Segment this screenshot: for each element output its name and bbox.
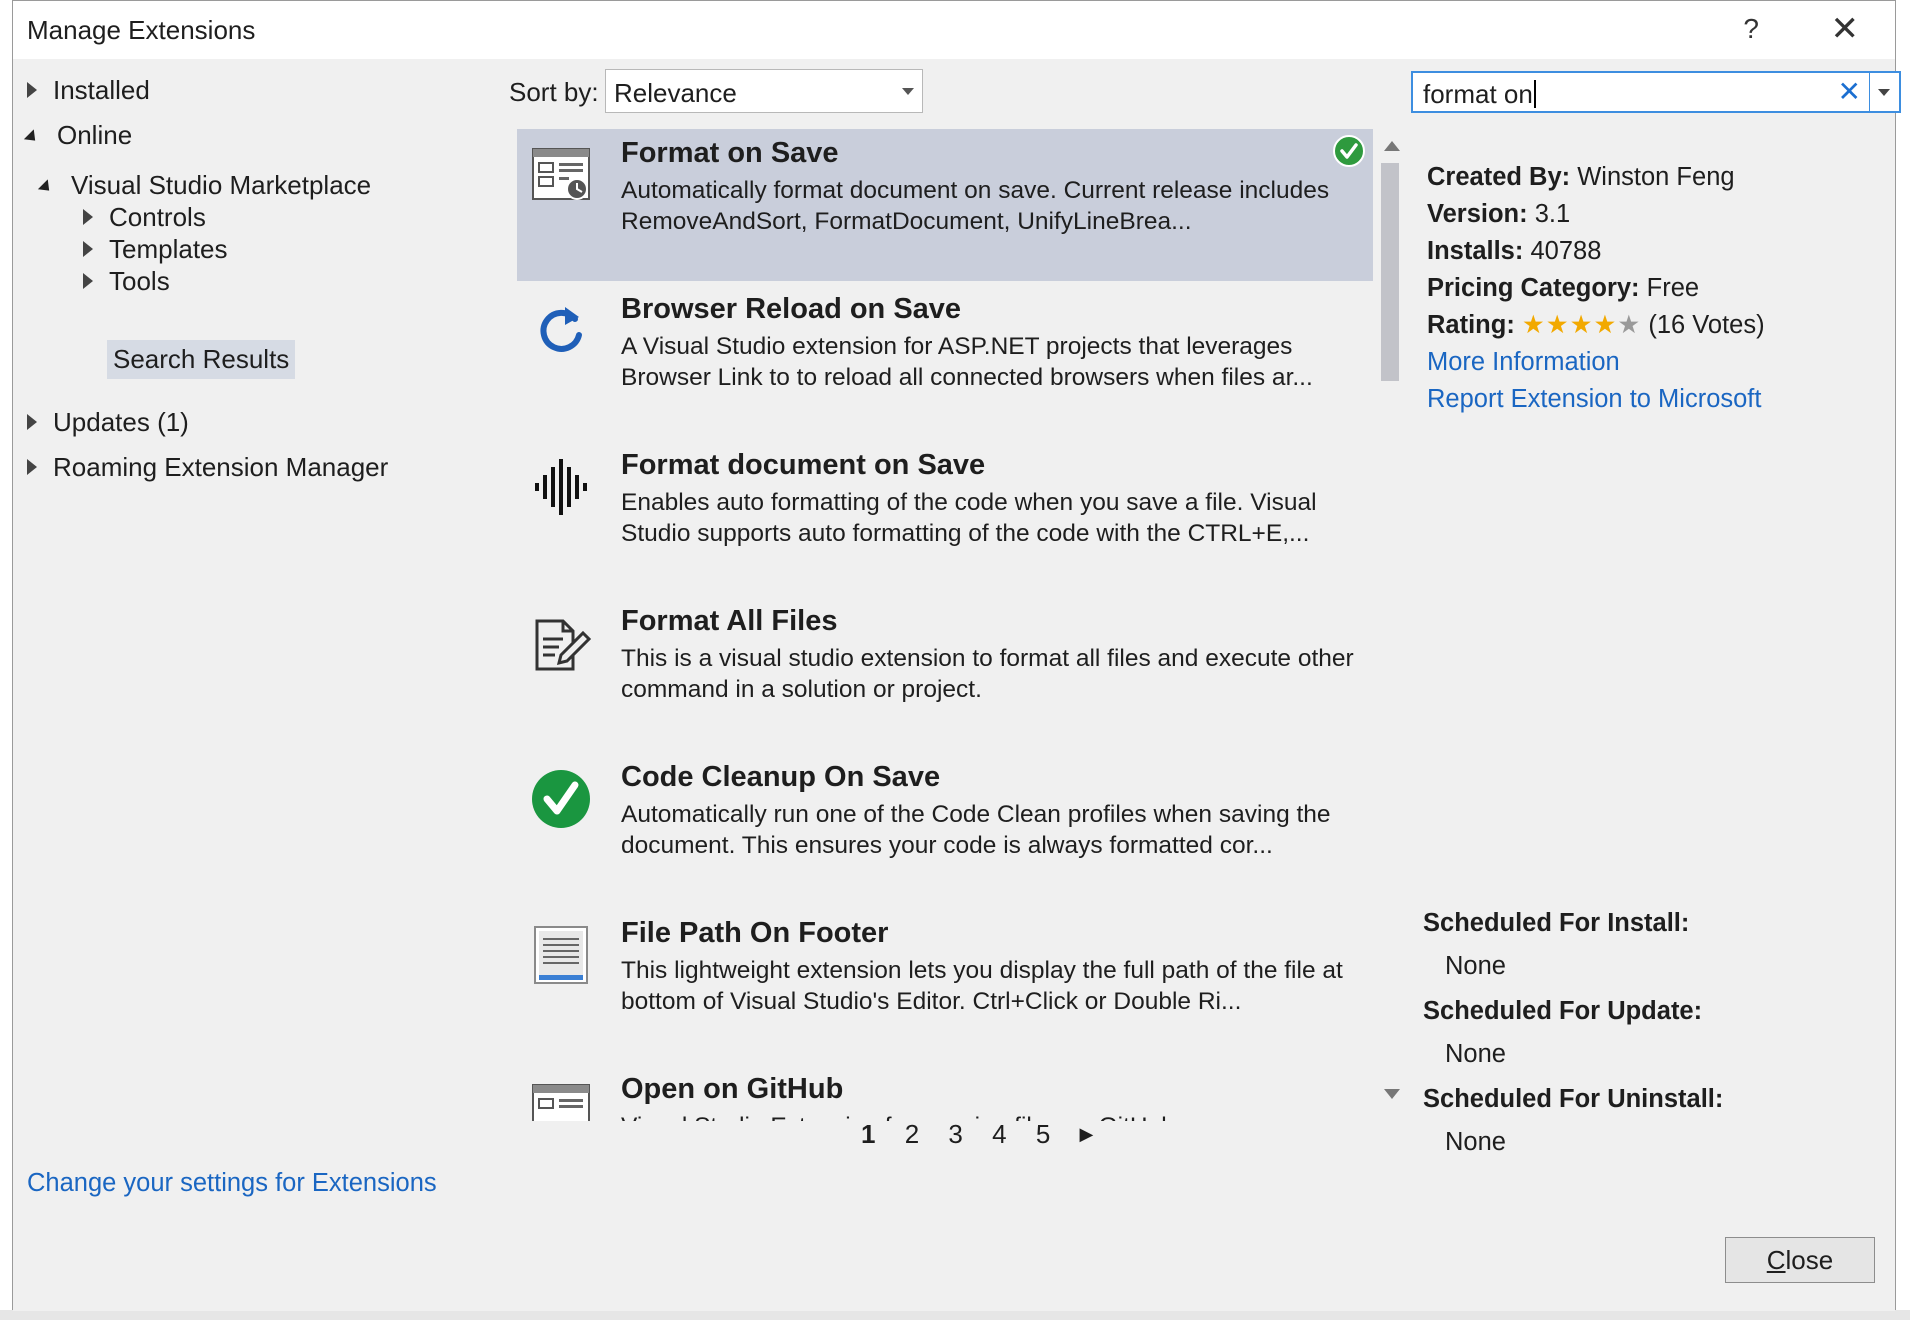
tree-item-marketplace[interactable]: Visual Studio Marketplace [37,170,372,201]
tree-item-controls[interactable]: Controls [83,202,206,233]
detail-installs: Installs: 40788 [1427,237,1602,265]
scroll-thumb[interactable] [1381,163,1399,381]
dialog-footer: Change your settings for Extensions Clos… [13,1155,1895,1311]
page-link-5[interactable]: 5 [1036,1119,1050,1150]
scheduled-changes: Scheduled For Install: None Scheduled Fo… [1423,901,1883,1165]
tree-item-label: Roaming Extension Manager [53,452,389,482]
sort-value: Relevance [614,78,737,108]
sort-dropdown[interactable]: Relevance [605,69,923,113]
page-link-2[interactable]: 2 [905,1119,919,1150]
extension-item[interactable]: Format on Save Automatically format docu… [517,129,1373,281]
extension-item[interactable]: Format All Files This is a visual studio… [517,597,1373,749]
tree-item-label: Tools [109,266,170,296]
tree-item-roaming[interactable]: Roaming Extension Manager [27,452,388,483]
extension-title: Format All Files [621,605,838,637]
search-dropdown-icon[interactable] [1869,73,1899,111]
expand-arrow-icon[interactable] [83,273,93,289]
detail-pricing: Pricing Category: Free [1427,274,1700,302]
page-link-4[interactable]: 4 [992,1119,1006,1150]
background-editor-bottom [0,1310,1910,1320]
extension-description: This is a visual studio extension to for… [621,645,1354,703]
extension-settings-link[interactable]: Change your settings for Extensions [27,1169,437,1198]
installed-check-icon [1333,135,1365,167]
report-extension-link[interactable]: Report Extension to Microsoft [1427,381,1887,418]
extension-item[interactable]: File Path On Footer This lightweight ext… [517,909,1373,1061]
clear-search-icon[interactable]: ✕ [1838,75,1861,108]
extension-window-icon [532,148,590,200]
extension-title: Code Cleanup On Save [621,761,941,793]
extension-description: A Visual Studio extension for ASP.NET pr… [621,333,1313,391]
list-scrollbar[interactable] [1377,129,1405,1109]
green-check-icon [532,770,590,828]
extension-item[interactable]: Open on GitHub Visual Studio Extension f… [517,1065,1373,1121]
category-tree: Installed Online Visual Studio Marketpla… [13,59,501,1155]
extension-window-icon [532,1084,590,1121]
extension-description: Enables auto formatting of the code when… [621,489,1317,547]
search-text: format on [1423,79,1536,110]
sort-label: Sort by: [509,77,599,107]
tree-item-templates[interactable]: Templates [83,234,228,265]
tree-item-label: Visual Studio Marketplace [71,170,372,200]
chevron-down-icon [902,88,914,95]
expand-arrow-icon[interactable] [83,241,93,257]
title-bar: Manage Extensions ? ✕ [13,1,1895,59]
extension-description: This lightweight extension lets you disp… [621,957,1343,1015]
scheduled-install-value: None [1445,952,1506,980]
extension-title: File Path On Footer [621,917,889,949]
tree-item-label: Installed [53,75,150,105]
extension-item[interactable]: Code Cleanup On Save Automatically run o… [517,753,1373,905]
window-title: Manage Extensions [27,15,256,45]
expand-arrow-icon[interactable] [27,459,37,475]
more-information-link[interactable]: More Information [1427,344,1887,381]
extension-title: Browser Reload on Save [621,293,962,325]
tree-item-online[interactable]: Online [23,120,133,151]
extension-details: Created By: Winston Feng Version: 3.1 In… [1427,159,1887,418]
rating-stars-icon: ★★★★★ [1521,311,1642,339]
tree-item-tools[interactable]: Tools [83,266,170,297]
close-button[interactable]: Close [1725,1237,1875,1283]
page-link-1[interactable]: 1 [861,1119,875,1150]
expand-arrow-icon[interactable] [27,82,37,98]
expand-arrow-icon[interactable] [83,209,93,225]
extension-item[interactable]: Browser Reload on Save A Visual Studio e… [517,285,1373,437]
help-button[interactable]: ? [1743,13,1759,45]
extension-title: Open on GitHub [621,1073,844,1105]
detail-version: Version: 3.1 [1427,200,1571,228]
audio-wave-icon [535,459,587,515]
pagination: 1 2 3 4 5 ▶ [861,1119,1115,1153]
tree-item-label: Updates (1) [53,407,189,437]
collapse-arrow-icon[interactable] [37,179,55,196]
extension-title: Format on Save [621,137,839,169]
extension-title: Format document on Save [621,449,986,481]
extension-list: Format on Save Automatically format docu… [517,129,1373,1121]
document-edit-icon [535,619,592,671]
expand-arrow-icon[interactable] [27,414,37,430]
search-input[interactable]: format on ✕ [1411,71,1901,113]
tree-item-label: Online [57,120,133,150]
scheduled-update-label: Scheduled For Update: [1423,997,1703,1025]
tree-item-search-results[interactable]: Search Results [107,340,296,379]
scheduled-uninstall-label: Scheduled For Uninstall: [1423,1085,1724,1113]
text-file-icon [534,926,588,984]
extension-description: Automatically run one of the Code Clean … [621,801,1331,859]
tree-item-installed[interactable]: Installed [27,75,150,106]
extension-item[interactable]: Format document on Save Enables auto for… [517,441,1373,593]
close-window-button[interactable]: ✕ [1831,9,1860,49]
extension-description: Automatically format document on save. C… [621,177,1330,235]
collapse-arrow-icon[interactable] [23,129,41,146]
scheduled-install-label: Scheduled For Install: [1423,909,1690,937]
page-link-3[interactable]: 3 [948,1119,962,1150]
tree-item-label: Templates [109,234,228,264]
scheduled-update-value: None [1445,1040,1506,1068]
scroll-up-arrow-icon[interactable] [1384,141,1400,151]
background-editor-right [1894,0,1910,1320]
refresh-icon [540,307,582,352]
manage-extensions-dialog: Manage Extensions ? ✕ Installed Online V… [12,0,1901,1311]
next-page-icon[interactable]: ▶ [1080,1124,1094,1145]
detail-created-by: Created By: Winston Feng [1427,163,1735,191]
detail-rating: Rating: ★★★★★ (16 Votes) [1427,311,1765,339]
scroll-down-arrow-icon[interactable] [1384,1089,1400,1099]
tree-item-label: Controls [109,202,206,232]
tree-item-updates[interactable]: Updates (1) [27,407,189,438]
